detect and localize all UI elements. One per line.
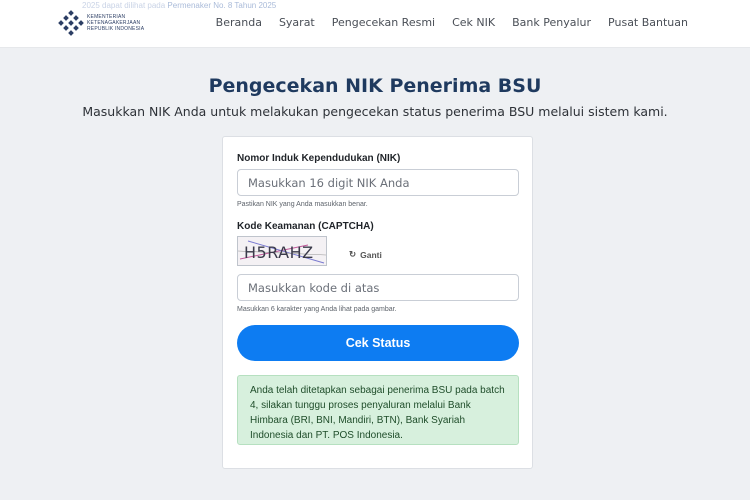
captcha-code: H5RAHZ [244, 243, 314, 262]
announcement-ticker: 2025 dapat dilihat pada Permenaker No. 8… [82, 1, 276, 10]
nik-input[interactable] [237, 169, 519, 196]
nav-syarat[interactable]: Syarat [279, 16, 315, 29]
captcha-refresh-button[interactable]: ↻ Ganti [349, 249, 382, 260]
nav-beranda[interactable]: Beranda [216, 16, 262, 29]
logo-text: KEMENTERIAN KETENAGAKERJAAN REPUBLIK IND… [87, 14, 144, 32]
captcha-image: H5RAHZ [237, 236, 327, 266]
check-status-button[interactable]: Cek Status [237, 325, 519, 361]
page-subtitle: Masukkan NIK Anda untuk melakukan pengec… [82, 104, 668, 119]
captcha-hint: Masukkan 6 karakter yang Anda lihat pada… [237, 306, 397, 313]
nik-label: Nomor Induk Kependudukan (NIK) [237, 153, 401, 164]
page-title: Pengecekan NIK Penerima BSU [208, 75, 542, 97]
ticker-link[interactable]: Permenaker No. 8 Tahun 2025 [167, 1, 276, 10]
nik-hint: Pastikan NIK yang Anda masukkan benar. [237, 201, 368, 208]
nav-pengecekan-resmi[interactable]: Pengecekan Resmi [332, 16, 435, 29]
nik-check-form: Nomor Induk Kependudukan (NIK) Pastikan … [222, 136, 533, 469]
refresh-label: Ganti [360, 249, 382, 260]
main-nav: Beranda Syarat Pengecekan Resmi Cek NIK … [216, 16, 688, 29]
ministry-logo[interactable]: KEMENTERIAN KETENAGAKERJAAN REPUBLIK IND… [58, 10, 144, 36]
nav-bank-penyalur[interactable]: Bank Penyalur [512, 16, 591, 29]
site-header: 2025 dapat dilihat pada Permenaker No. 8… [0, 0, 750, 48]
logo-line: REPUBLIK INDONESIA [87, 26, 145, 32]
nav-pusat-bantuan[interactable]: Pusat Bantuan [608, 16, 688, 29]
ticker-text: 2025 dapat dilihat pada [82, 1, 166, 10]
nav-cek-nik[interactable]: Cek NIK [452, 16, 495, 29]
result-alert: Anda telah ditetapkan sebagai penerima B… [237, 375, 519, 445]
captcha-label: Kode Keamanan (CAPTCHA) [237, 221, 374, 232]
ministry-emblem-icon [58, 10, 84, 36]
captcha-input[interactable] [237, 274, 519, 301]
refresh-icon: ↻ [349, 249, 357, 259]
